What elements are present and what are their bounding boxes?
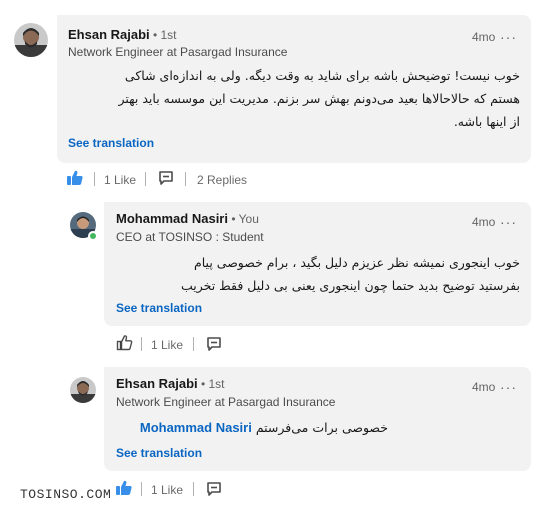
author-headline: CEO at TOSINSO : Student: [116, 230, 264, 244]
divider: [145, 172, 146, 186]
replies-count[interactable]: 2 Replies: [197, 173, 247, 187]
comment-reply-icon[interactable]: [206, 336, 222, 357]
see-translation-link[interactable]: See translation: [68, 136, 154, 150]
author-name-text[interactable]: Mohammad Nasiri: [116, 211, 228, 226]
author-name-text[interactable]: Ehsan Rajabi: [116, 376, 198, 391]
like-count[interactable]: 1 Like: [151, 338, 183, 352]
divider: [141, 482, 142, 496]
online-status-indicator: [88, 231, 98, 241]
connection-degree: • 1st: [197, 377, 225, 391]
comment-timestamp: 4mo: [472, 215, 496, 229]
divider: [193, 337, 194, 351]
divider: [193, 482, 194, 496]
comment-reply-icon[interactable]: [206, 481, 222, 502]
comment-text: خوب نیست! توضیحش باشه برای شاید به وقت د…: [68, 64, 520, 133]
ellipsis-icon[interactable]: ···: [500, 380, 517, 394]
divider: [185, 172, 186, 186]
comment-author-name[interactable]: Ehsan Rajabi • 1st: [68, 27, 177, 42]
comment-reply-icon[interactable]: [158, 170, 174, 191]
divider: [94, 172, 95, 186]
comment-text-line: بفرستید توضیح بدید حتما چون اینجوری یعنی…: [180, 278, 520, 293]
thumbs-up-filled-icon[interactable]: [66, 169, 84, 192]
author-name-text[interactable]: Ehsan Rajabi: [68, 27, 150, 42]
avatar[interactable]: [14, 23, 48, 57]
comment-author-name[interactable]: Ehsan Rajabi • 1st: [116, 376, 225, 391]
comment-text-line: هستم که حالاحالاها بعید می‌دونم بهش سر ب…: [118, 91, 520, 106]
divider: [141, 337, 142, 351]
mention-link[interactable]: Mohammad Nasiri: [140, 420, 252, 435]
comment-timestamp: 4mo: [472, 380, 496, 394]
comment-timestamp: 4mo: [472, 30, 496, 44]
comment-text-line: خوب نیست! توضیحش باشه برای شاید به وقت د…: [124, 68, 520, 83]
comment-author-name[interactable]: Mohammad Nasiri • You: [116, 211, 259, 226]
comment-text-line: خوب اینجوری نمیشه نظر عزیزم دلیل بگید ، …: [194, 255, 520, 270]
watermark: TOSINSO.COM: [20, 487, 112, 502]
see-translation-link[interactable]: See translation: [116, 301, 202, 315]
comment-text-line: از اینها باشه.: [453, 114, 520, 129]
like-count[interactable]: 1 Like: [151, 483, 183, 497]
ellipsis-icon[interactable]: ···: [500, 215, 517, 229]
thumbs-up-filled-icon[interactable]: [115, 479, 133, 502]
ellipsis-icon[interactable]: ···: [500, 30, 517, 44]
avatar[interactable]: [70, 377, 96, 403]
comment-text: خوب اینجوری نمیشه نظر عزیزم دلیل بگید ، …: [116, 251, 520, 297]
like-count[interactable]: 1 Like: [104, 173, 136, 187]
connection-degree: • 1st: [149, 28, 177, 42]
connection-degree: • You: [227, 212, 259, 226]
thumbs-up-outline-icon[interactable]: [116, 334, 133, 356]
comment-text: خصوصی برات می‌فرستم Mohammad Nasiri: [116, 416, 388, 439]
see-translation-link[interactable]: See translation: [116, 446, 202, 460]
comment-text-line: خصوصی برات می‌فرستم: [255, 420, 388, 435]
author-headline: Network Engineer at Pasargad Insurance: [116, 395, 336, 409]
author-headline: Network Engineer at Pasargad Insurance: [68, 45, 288, 59]
